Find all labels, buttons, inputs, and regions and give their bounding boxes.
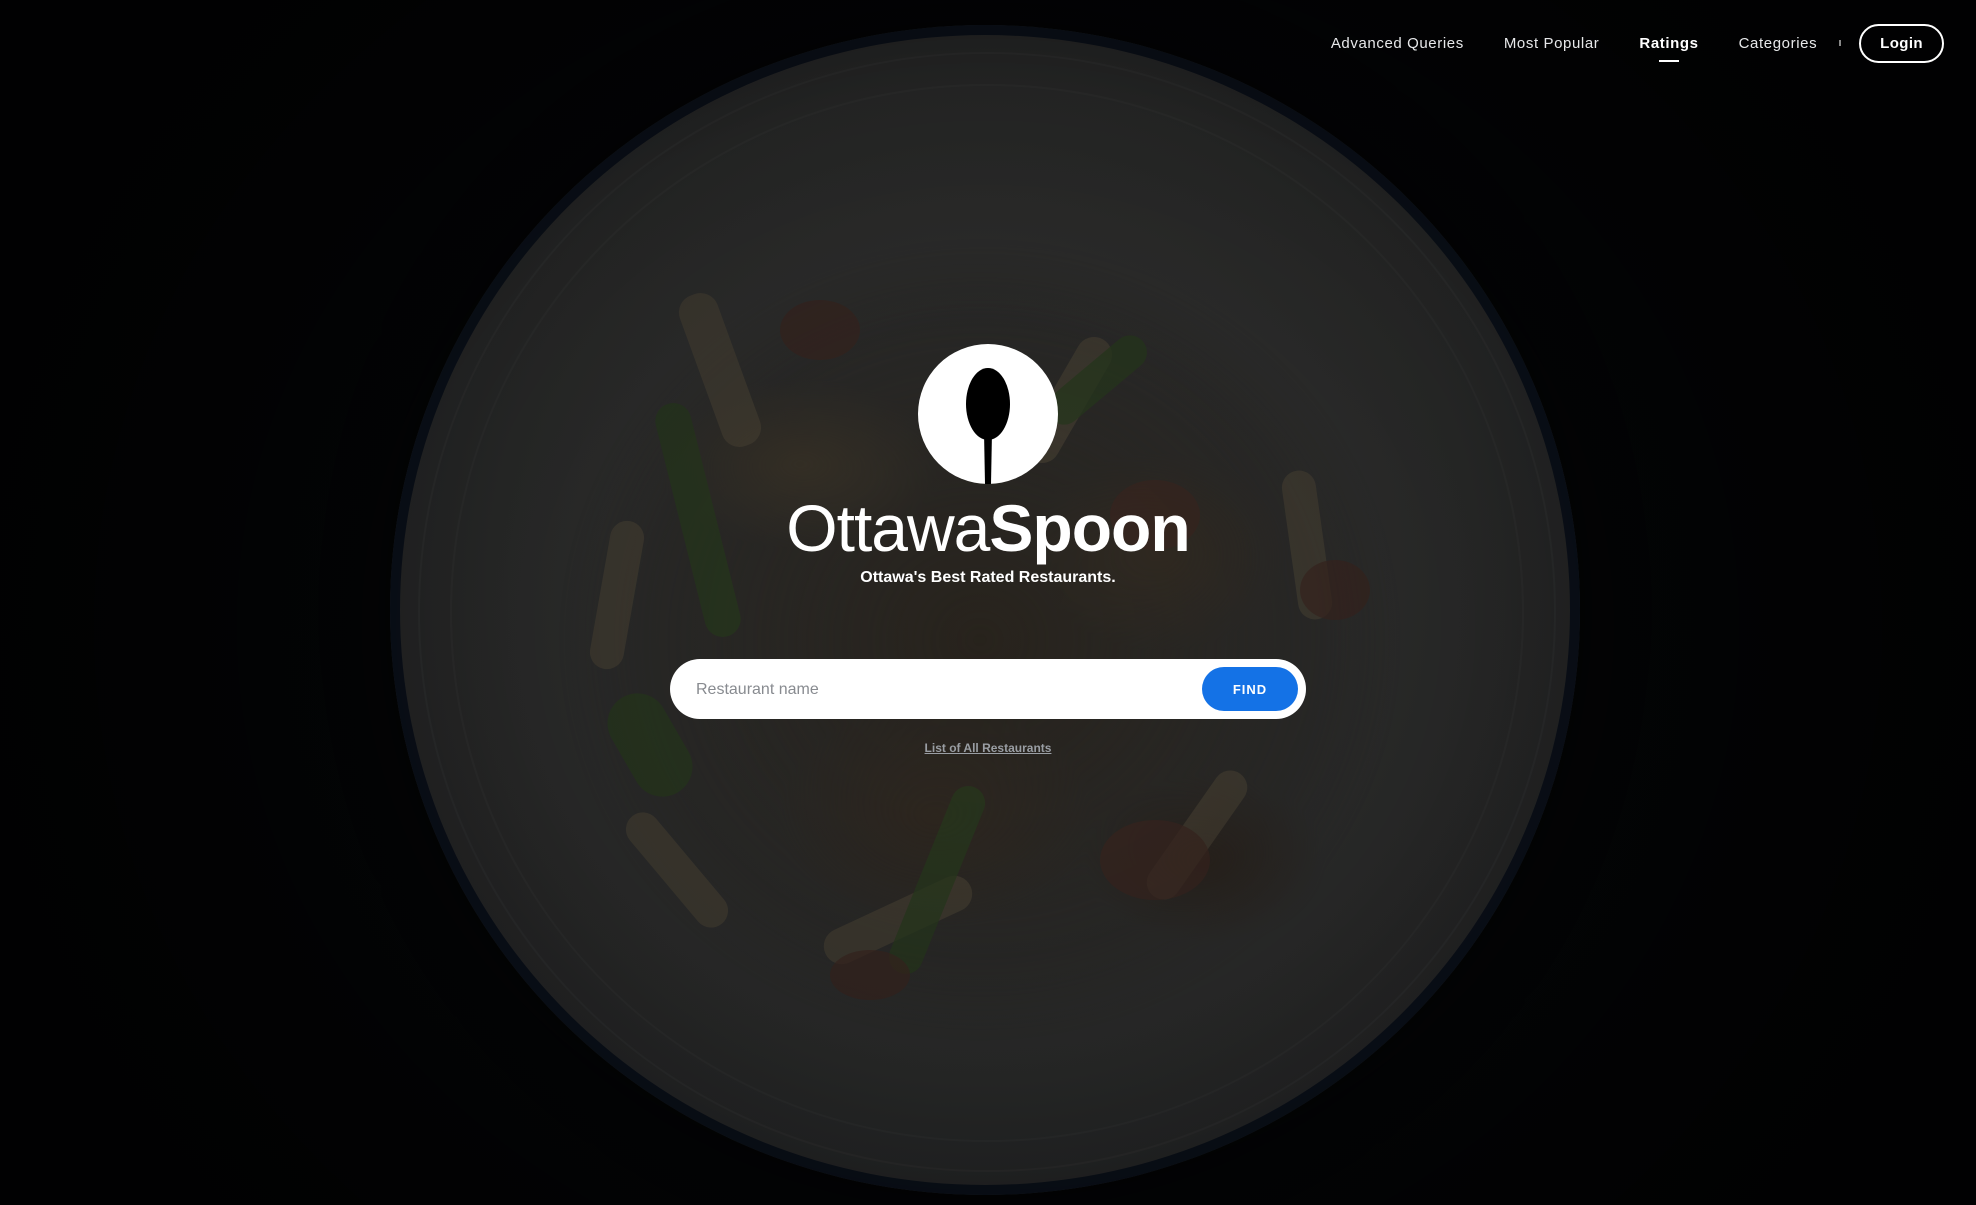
image-overlay: [0, 0, 1976, 1205]
login-button[interactable]: Login: [1859, 23, 1944, 63]
brand-title: OttawaSpoon: [0, 488, 1976, 568]
all-restaurants-link[interactable]: List of All Restaurants: [0, 741, 1976, 755]
find-button[interactable]: FIND: [1202, 667, 1298, 711]
logo: [918, 344, 1058, 484]
top-nav: Advanced Queries Most Popular Ratings Ca…: [1291, 0, 1976, 86]
brand-title-light: Ottawa: [786, 491, 990, 565]
page: Advanced Queries Most Popular Ratings Ca…: [0, 0, 1976, 1205]
search-bar: FIND: [670, 659, 1306, 719]
brand-title-bold: Spoon: [989, 491, 1190, 565]
nav-most-popular[interactable]: Most Popular: [1504, 35, 1600, 52]
nav-divider: [1839, 40, 1842, 46]
spoon-icon: [966, 368, 1010, 484]
nav-ratings[interactable]: Ratings: [1639, 35, 1698, 52]
tagline: Ottawa's Best Rated Restaurants.: [860, 569, 1116, 586]
nav-categories[interactable]: Categories: [1739, 35, 1818, 52]
nav-advanced-queries[interactable]: Advanced Queries: [1331, 35, 1464, 52]
search-input[interactable]: [694, 669, 1158, 711]
